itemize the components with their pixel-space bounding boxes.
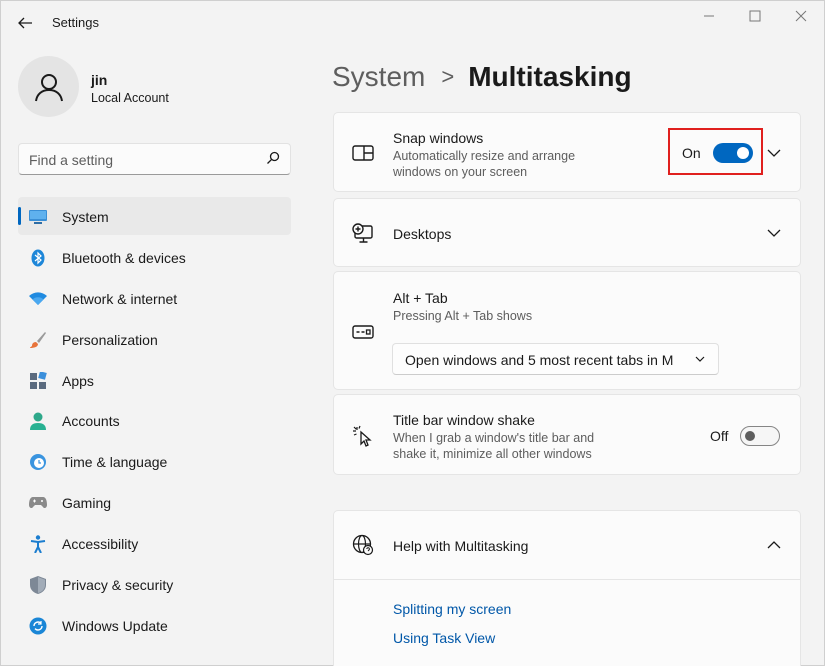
help-divider bbox=[334, 579, 800, 580]
sidebar-item-accessibility[interactable]: Accessibility bbox=[18, 524, 291, 562]
shake-description: When I grab a window's title bar and sha… bbox=[393, 431, 595, 461]
apps-icon bbox=[29, 371, 47, 390]
search-input[interactable] bbox=[29, 150, 259, 170]
sidebar-item-accounts[interactable]: Accounts bbox=[18, 401, 291, 439]
help-link-splitting-screen[interactable]: Splitting my screen bbox=[393, 601, 511, 617]
help-card-header[interactable]: Help with Multitasking bbox=[334, 511, 800, 579]
search-icon[interactable] bbox=[266, 151, 280, 170]
app-title: Settings bbox=[52, 15, 99, 30]
shake-toggle-label: Off bbox=[710, 428, 729, 444]
user-icon bbox=[34, 73, 63, 101]
shield-icon bbox=[29, 576, 47, 595]
chevron-down-icon bbox=[694, 352, 706, 371]
snap-windows-description: Automatically resize and arrange windows… bbox=[393, 149, 576, 179]
help-link-task-view[interactable]: Using Task View bbox=[393, 630, 495, 646]
sidebar-item-label: Personalization bbox=[62, 331, 158, 348]
sidebar-item-personalization[interactable]: Personalization bbox=[18, 320, 291, 358]
snap-windows-title: Snap windows bbox=[393, 130, 484, 146]
desktops-card[interactable]: Desktops bbox=[333, 198, 801, 267]
accessibility-icon bbox=[29, 535, 47, 554]
avatar bbox=[18, 56, 79, 117]
gamepad-icon bbox=[29, 494, 47, 512]
bluetooth-icon bbox=[29, 249, 47, 267]
alt-tab-dropdown-value: Open windows and 5 most recent tabs in M bbox=[405, 352, 674, 368]
sidebar-item-gaming[interactable]: Gaming bbox=[18, 483, 291, 521]
breadcrumb-separator: > bbox=[441, 64, 455, 89]
sidebar-item-label: Privacy & security bbox=[62, 577, 174, 594]
minimize-icon bbox=[704, 15, 714, 17]
person-icon bbox=[29, 412, 47, 431]
highlight-annotation bbox=[668, 128, 763, 175]
sidebar-item-label: Accessibility bbox=[62, 536, 139, 553]
snap-layout-icon bbox=[351, 141, 375, 165]
chevron-down-icon[interactable] bbox=[766, 145, 782, 161]
clock-globe-icon bbox=[29, 453, 47, 471]
shake-toggle[interactable] bbox=[740, 426, 781, 446]
sidebar-item-label: Apps bbox=[62, 372, 94, 389]
help-globe-icon bbox=[351, 533, 375, 557]
update-icon bbox=[29, 617, 47, 635]
user-name: jin bbox=[91, 72, 108, 88]
sidebar-item-label: Windows Update bbox=[62, 617, 168, 634]
desktops-title: Desktops bbox=[393, 226, 452, 242]
alt-tab-description: Pressing Alt + Tab shows bbox=[393, 309, 533, 323]
maximize-icon bbox=[749, 10, 761, 22]
sidebar-item-label: Accounts bbox=[62, 413, 120, 430]
keyboard-icon bbox=[351, 320, 375, 344]
sidebar-item-label: Gaming bbox=[62, 495, 112, 512]
chevron-up-icon[interactable] bbox=[766, 537, 782, 553]
sidebar-item-system[interactable]: System bbox=[18, 197, 291, 235]
brush-icon bbox=[29, 331, 47, 349]
sidebar-item-bluetooth[interactable]: Bluetooth & devices bbox=[18, 238, 291, 276]
sidebar-item-label: Time & language bbox=[62, 454, 168, 471]
wifi-icon bbox=[29, 290, 47, 308]
breadcrumb: System > Multitasking bbox=[332, 57, 632, 97]
sidebar-item-privacy[interactable]: Privacy & security bbox=[18, 565, 291, 603]
close-button[interactable] bbox=[781, 3, 821, 29]
desktops-icon bbox=[351, 222, 375, 246]
search-box[interactable] bbox=[18, 143, 291, 175]
back-button[interactable] bbox=[13, 11, 37, 35]
shake-cursor-icon bbox=[351, 424, 375, 448]
title-bar: Settings bbox=[1, 1, 824, 45]
minimize-button[interactable] bbox=[689, 3, 729, 29]
title-bar-shake-card: Title bar window shake When I grab a win… bbox=[333, 394, 801, 475]
page-title: Multitasking bbox=[468, 61, 632, 92]
alt-tab-title: Alt + Tab bbox=[393, 290, 448, 306]
sidebar-item-time-language[interactable]: Time & language bbox=[18, 442, 291, 480]
shake-title: Title bar window shake bbox=[393, 412, 535, 428]
help-title: Help with Multitasking bbox=[393, 538, 529, 554]
sidebar-item-label: Network & internet bbox=[62, 290, 178, 307]
breadcrumb-parent[interactable]: System bbox=[332, 61, 425, 93]
sidebar-item-network[interactable]: Network & internet bbox=[18, 279, 291, 317]
chevron-down-icon[interactable] bbox=[766, 225, 782, 241]
toggle-knob bbox=[745, 431, 756, 441]
sidebar-item-apps[interactable]: Apps bbox=[18, 361, 291, 399]
monitor-icon bbox=[29, 208, 47, 226]
maximize-button[interactable] bbox=[735, 3, 775, 29]
close-icon bbox=[795, 10, 807, 22]
sidebar-nav: System Bluetooth & devices Network & int… bbox=[18, 197, 291, 647]
account-type: Local Account bbox=[91, 91, 169, 105]
back-arrow-icon bbox=[18, 17, 32, 29]
sidebar-item-label: Bluetooth & devices bbox=[62, 249, 186, 266]
sidebar-item-label: System bbox=[62, 209, 109, 225]
sidebar-item-windows-update[interactable]: Windows Update bbox=[18, 606, 291, 644]
alt-tab-dropdown[interactable]: Open windows and 5 most recent tabs in M bbox=[392, 343, 719, 375]
shake-toggle-group: Off bbox=[710, 426, 781, 446]
